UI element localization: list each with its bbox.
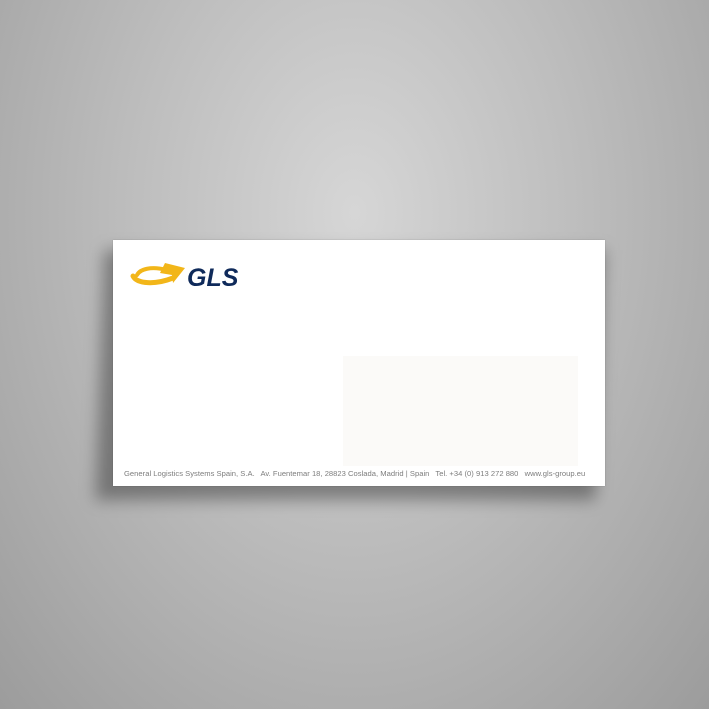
- gls-logo: GLS: [130, 263, 239, 292]
- footer-address: Av. Fuentemar 18, 28823 Coslada, Madrid …: [260, 469, 430, 478]
- footer-company: General Logistics Systems Spain, S.A.: [124, 469, 255, 478]
- address-window: [343, 356, 578, 466]
- envelope-footer: General Logistics Systems Spain, S.A. Av…: [124, 469, 597, 478]
- footer-website: www.gls-group.eu: [524, 469, 586, 478]
- envelope: GLS General Logistics Systems Spain, S.A…: [113, 240, 605, 486]
- logo-text: GLS: [187, 264, 239, 292]
- footer-phone: Tel. +34 (0) 913 272 880: [435, 469, 519, 478]
